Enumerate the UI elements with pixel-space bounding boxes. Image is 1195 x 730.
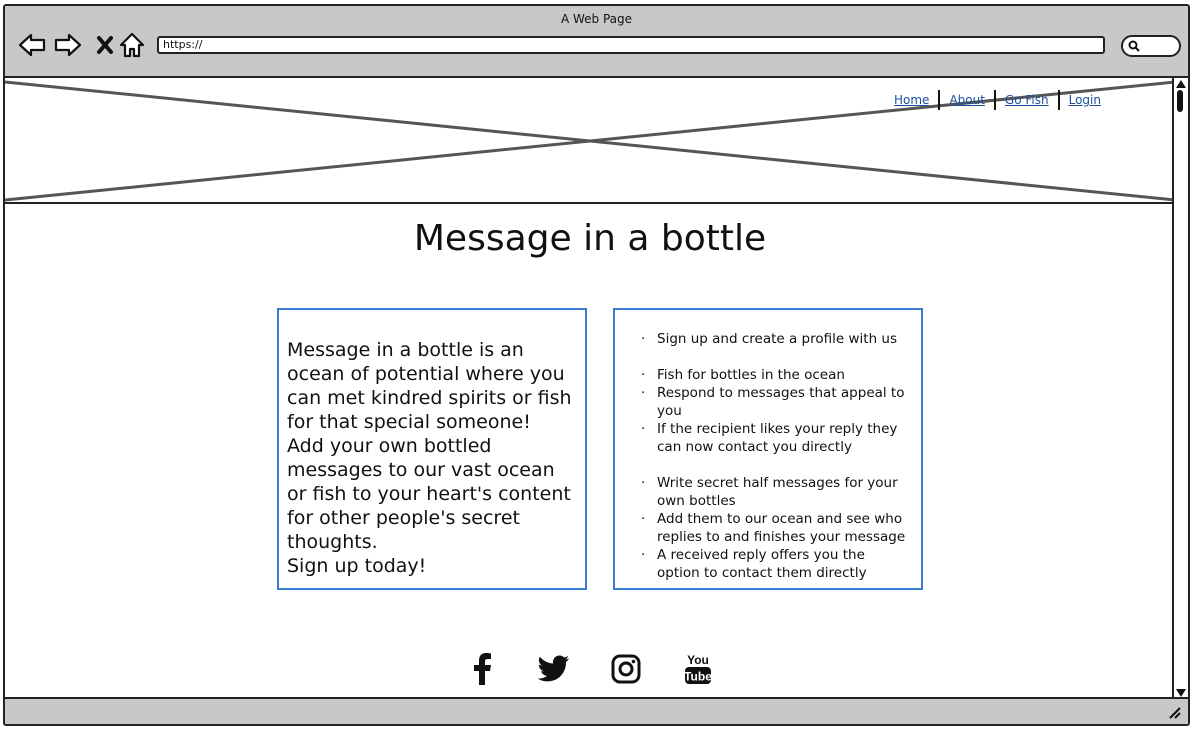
address-bar[interactable]: https://: [157, 36, 1105, 54]
list-item: Sign up and create a profile with us: [641, 330, 911, 348]
main-nav: Home About Go Fish Login: [885, 90, 1110, 110]
instagram-icon[interactable]: [610, 652, 642, 686]
nav-link-go-fish[interactable]: Go Fish: [996, 91, 1058, 109]
forward-arrow-icon[interactable]: [53, 30, 83, 60]
list-item: Fish for bottles in the ocean: [641, 366, 911, 384]
vertical-scrollbar[interactable]: [1172, 78, 1188, 699]
nav-link-home[interactable]: Home: [885, 91, 938, 109]
twitter-icon[interactable]: [538, 652, 570, 686]
features-list: Sign up and create a profile with us Fis…: [641, 330, 911, 582]
page-title: Message in a bottle: [413, 218, 767, 259]
list-item: Add them to our ocean and see who replie…: [641, 510, 911, 546]
status-bar: [5, 697, 1188, 724]
back-arrow-icon[interactable]: [17, 30, 47, 60]
search-icon: [1128, 40, 1140, 52]
list-item: If the recipient likes your reply they c…: [641, 420, 911, 456]
home-icon[interactable]: [117, 30, 147, 60]
resize-grip-icon[interactable]: [1168, 706, 1182, 720]
header-image-placeholder: Home About Go Fish Login: [5, 78, 1175, 204]
list-item: A received reply offers you the option t…: [641, 546, 911, 582]
scroll-up-icon[interactable]: [1176, 80, 1186, 88]
intro-paragraph: Sign up today!: [287, 555, 427, 577]
intro-paragraph: Add your own bottled messages to our vas…: [287, 435, 571, 553]
list-item: Respond to messages that appeal to you: [641, 384, 911, 420]
features-box: Sign up and create a profile with us Fis…: [613, 308, 923, 590]
intro-paragraph: Message in a bottle is an ocean of poten…: [287, 339, 572, 433]
intro-box: Message in a bottle is an ocean of poten…: [277, 308, 587, 590]
scroll-thumb[interactable]: [1177, 90, 1183, 112]
browser-window: A Web Page https:// Home About Go Fish L…: [3, 4, 1190, 726]
scroll-down-icon[interactable]: [1176, 689, 1186, 697]
youtube-icon[interactable]: You Tube: [682, 652, 714, 686]
nav-link-login[interactable]: Login: [1060, 91, 1110, 109]
svg-text:Tube: Tube: [684, 670, 712, 684]
search-field[interactable]: [1121, 35, 1181, 57]
window-title: A Web Page: [560, 12, 633, 26]
list-item: Write secret half messages for your own …: [641, 474, 911, 510]
nav-link-about[interactable]: About: [940, 91, 993, 109]
social-links: You Tube: [5, 652, 1175, 686]
browser-toolbar: A Web Page https://: [5, 6, 1188, 78]
svg-text:You: You: [687, 653, 709, 667]
facebook-icon[interactable]: [466, 652, 498, 686]
